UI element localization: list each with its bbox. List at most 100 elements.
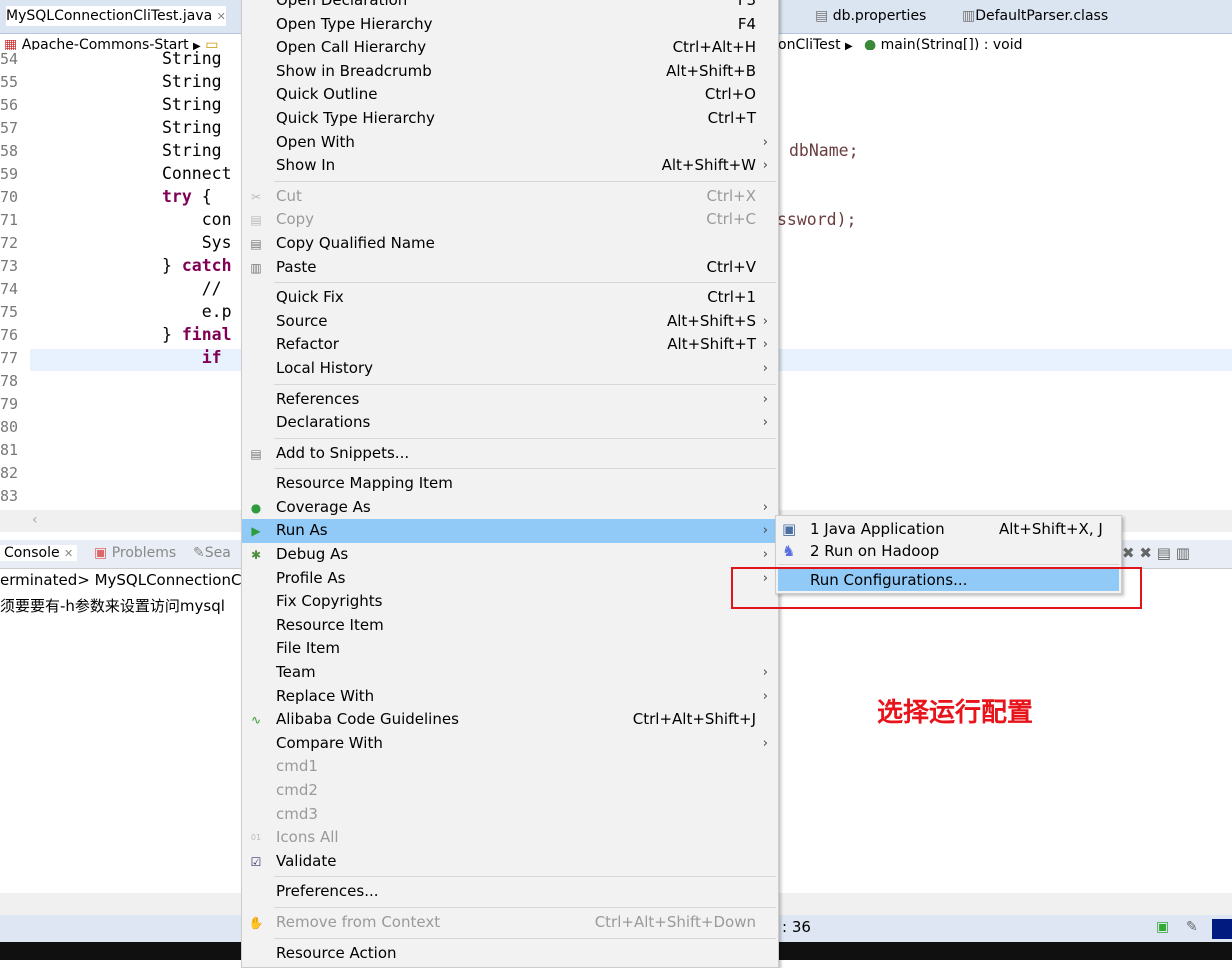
- code-line: try {: [162, 187, 212, 206]
- menu-item-quick-type-hierarchy[interactable]: Quick Type Hierarchy Ctrl+T: [242, 107, 778, 131]
- line-number: 57: [0, 119, 18, 137]
- menu-item-cmd1[interactable]: cmd1: [242, 755, 778, 779]
- menu-item-label: cmd3: [276, 804, 318, 823]
- line-number: 56: [0, 96, 18, 114]
- console-terminated-label: erminated> MySQLConnectionCl: [0, 571, 246, 589]
- menu-item-cut[interactable]: ✂ Cut Ctrl+X: [242, 185, 778, 209]
- menu-item-label: 1 Java Application: [810, 520, 945, 538]
- code-line: e.p: [162, 302, 232, 321]
- chevron-right-icon: ›: [762, 134, 768, 150]
- menu-item-label: Remove from Context: [276, 912, 441, 931]
- tab-problems[interactable]: ▣ Problems: [94, 545, 176, 561]
- menu-item-shortcut: Alt+Shift+W: [661, 156, 756, 175]
- code-line: //: [162, 279, 222, 298]
- close-icon[interactable]: ✕: [64, 547, 73, 560]
- code-line: Sys: [162, 233, 232, 252]
- coverage-icon: ●: [250, 500, 262, 515]
- remove-all-icon[interactable]: ✖: [1139, 544, 1152, 562]
- menu-item-references[interactable]: References ›: [242, 388, 778, 412]
- menu-item-open-declaration[interactable]: Open Declaration F3: [242, 0, 778, 13]
- menu-item-icons-all[interactable]: 01 Icons All: [242, 826, 778, 850]
- menu-item-shortcut: Ctrl+V: [706, 257, 756, 276]
- menu-item-compare-with[interactable]: Compare With ›: [242, 732, 778, 756]
- remove-launch-icon[interactable]: ✖: [1122, 544, 1135, 562]
- tab-mysqlconnectionclitest[interactable]: MySQLConnectionCliTest.java ✕: [6, 6, 226, 26]
- menu-item-open-with[interactable]: Open With ›: [242, 131, 778, 155]
- menu-item-copy[interactable]: ▤ Copy Ctrl+C: [242, 208, 778, 232]
- menu-item-coverage-as[interactable]: ● Coverage As ›: [242, 496, 778, 520]
- tab-console[interactable]: Console ✕: [0, 545, 78, 561]
- menu-item-open-type-hierarchy[interactable]: Open Type Hierarchy F4: [242, 13, 778, 37]
- line-number: 74: [0, 280, 18, 298]
- chevron-right-icon: ›: [762, 360, 768, 376]
- menu-item-debug-as[interactable]: ✱ Debug As ›: [242, 543, 778, 567]
- menu-item-quick-outline[interactable]: Quick Outline Ctrl+O: [242, 83, 778, 107]
- menu-item-label: Open Call Hierarchy: [276, 38, 427, 57]
- menu-item-shortcut: Ctrl+Alt+H: [672, 38, 756, 57]
- menu-item-show-in[interactable]: Show In Alt+Shift+W ›: [242, 154, 778, 178]
- menu-item-paste[interactable]: ▥ Paste Ctrl+V: [242, 256, 778, 280]
- menu-item-source[interactable]: Source Alt+Shift+S ›: [242, 310, 778, 334]
- menu-item-replace-with[interactable]: Replace With ›: [242, 685, 778, 709]
- menu-item-label: Validate: [276, 851, 337, 870]
- chevron-right-icon: ›: [762, 499, 768, 515]
- menu-item-java-application[interactable]: ▣ 1 Java Application Alt+Shift+X, J: [776, 518, 1121, 540]
- menu-item-resource-item[interactable]: Resource Item: [242, 614, 778, 638]
- tab-label: Console: [4, 545, 60, 561]
- code-line: String: [162, 72, 222, 91]
- line-number: 59: [0, 165, 18, 183]
- menu-item-shortcut: Ctrl+T: [707, 108, 756, 127]
- checkbox-icon: ☑: [250, 854, 262, 869]
- menu-item-resource-action[interactable]: Resource Action: [242, 942, 778, 966]
- menu-item-shortcut: Ctrl+O: [704, 85, 756, 104]
- menu-item-quick-fix[interactable]: Quick Fix Ctrl+1: [242, 286, 778, 310]
- scroll-left-icon[interactable]: ‹: [32, 512, 38, 528]
- menu-item-show-in-breadcrumb[interactable]: Show in Breadcrumb Alt+Shift+B: [242, 60, 778, 84]
- tab-search[interactable]: ✎Sea: [193, 545, 231, 561]
- menu-item-preferences[interactable]: Preferences...: [242, 880, 778, 904]
- code-line-fragment: dbName;: [789, 141, 859, 160]
- code-line: String: [162, 141, 222, 160]
- chevron-right-icon: ›: [762, 391, 768, 407]
- menu-item-label: Local History: [276, 358, 374, 377]
- menu-item-cmd2[interactable]: cmd2: [242, 779, 778, 803]
- menu-item-label: Paste: [276, 257, 317, 276]
- menu-item-refactor[interactable]: Refactor Alt+Shift+T ›: [242, 333, 778, 357]
- menu-item-cmd3[interactable]: cmd3: [242, 803, 778, 827]
- menu-item-shortcut: Ctrl+Alt+Shift+Down: [594, 912, 756, 931]
- menu-item-copy-qualified-name[interactable]: ▤ Copy Qualified Name: [242, 232, 778, 256]
- run-icon: ▶: [251, 524, 261, 539]
- menu-item-alibaba-code-guidelines[interactable]: ∿ Alibaba Code Guidelines Ctrl+Alt+Shift+J: [242, 708, 778, 732]
- problems-icon: ▣: [94, 545, 108, 561]
- menu-item-team[interactable]: Team ›: [242, 661, 778, 685]
- menu-item-open-call-hierarchy[interactable]: Open Call Hierarchy Ctrl+Alt+H: [242, 36, 778, 60]
- tab-defaultparser-class[interactable]: ▥DefaultParser.class: [962, 8, 1108, 24]
- menu-item-run-on-hadoop[interactable]: ♞ 2 Run on Hadoop: [776, 540, 1121, 562]
- binary-icon: 01: [250, 833, 262, 843]
- menu-item-add-to-snippets[interactable]: ▤ Add to Snippets...: [242, 442, 778, 466]
- menu-item-label: Run As: [276, 521, 328, 540]
- menu-item-label: Icons All: [276, 828, 339, 847]
- chevron-right-icon: ›: [762, 415, 768, 431]
- menu-item-file-item[interactable]: File Item: [242, 637, 778, 661]
- pin-icon[interactable]: ▥: [1176, 544, 1190, 562]
- menu-item-declarations[interactable]: Declarations ›: [242, 411, 778, 435]
- tab-db-properties[interactable]: ▤ db.properties: [815, 8, 926, 24]
- menu-item-resource-mapping-item[interactable]: Resource Mapping Item: [242, 472, 778, 496]
- menu-item-shortcut: Ctrl+C: [706, 210, 756, 229]
- menu-item-remove-from-context[interactable]: ✋ Remove from Context Ctrl+Alt+Shift+Down: [242, 911, 778, 935]
- annotation-text: 选择运行配置: [877, 698, 1034, 728]
- menu-item-local-history[interactable]: Local History ›: [242, 357, 778, 381]
- menu-item-label: Alibaba Code Guidelines: [276, 710, 459, 729]
- scroll-lock-icon[interactable]: ▤: [1157, 544, 1171, 562]
- properties-file-icon: ▤: [815, 8, 829, 24]
- menu-item-validate[interactable]: ☑ Validate: [242, 850, 778, 874]
- tab-close-icon[interactable]: ✕: [217, 10, 226, 23]
- menu-item-profile-as[interactable]: Profile As ›: [242, 567, 778, 591]
- line-number: 54: [0, 50, 18, 68]
- menu-item-shortcut: F3: [737, 0, 756, 9]
- code-line: String: [162, 118, 222, 137]
- alibaba-icon: ∿: [250, 713, 262, 728]
- menu-item-run-as[interactable]: ▶ Run As ›: [242, 519, 778, 544]
- menu-item-fix-copyrights[interactable]: Fix Copyrights: [242, 590, 778, 614]
